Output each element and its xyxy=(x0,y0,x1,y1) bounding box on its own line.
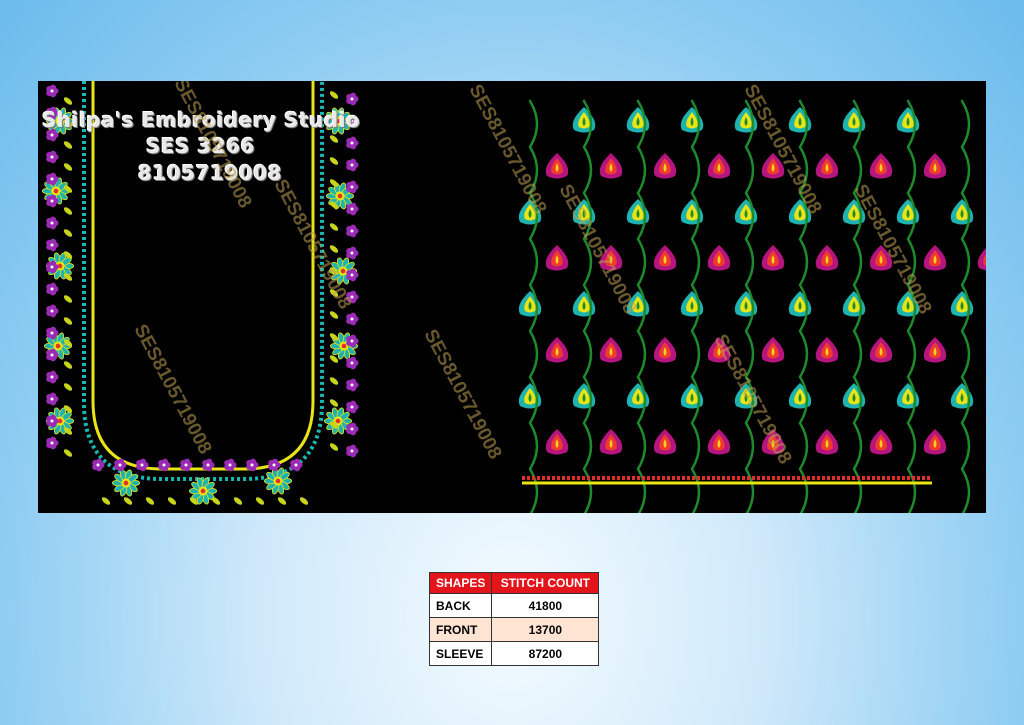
magenta-paisley-motif xyxy=(869,153,893,179)
flower-motif xyxy=(263,467,293,495)
leaf-motif xyxy=(63,317,73,325)
flower-motif xyxy=(111,469,141,497)
magenta-paisley-motif xyxy=(707,153,731,179)
magenta-paisley-motif xyxy=(545,245,569,271)
shape-cell: SLEEVE xyxy=(428,641,493,666)
magenta-paisley-motif xyxy=(761,245,785,271)
leaf-motif xyxy=(63,163,73,171)
table-row: FRONT 13700 xyxy=(428,617,600,642)
small-flower xyxy=(346,246,359,260)
small-flower xyxy=(346,356,359,370)
stitch-count-table: SHAPES STITCH COUNT BACK 41800 FRONT 137… xyxy=(428,572,600,666)
magenta-paisley-motif xyxy=(653,429,677,455)
small-flower xyxy=(346,422,359,436)
leaf-motif xyxy=(101,497,111,505)
shape-cell: FRONT xyxy=(428,617,493,642)
small-flower xyxy=(346,180,359,194)
small-flower xyxy=(346,444,359,458)
table-row: BACK 41800 xyxy=(428,593,600,618)
table-row: SLEEVE 87200 xyxy=(428,641,600,666)
small-flower xyxy=(346,158,359,172)
leaf-motif xyxy=(63,361,73,369)
small-flower xyxy=(46,216,59,230)
magenta-paisley-motif xyxy=(923,337,947,363)
shape-cell: BACK xyxy=(428,593,493,618)
small-flower xyxy=(46,282,59,296)
leaf-motif xyxy=(277,497,287,505)
leaf-motif xyxy=(329,223,339,231)
small-flower xyxy=(46,304,59,318)
count-cell: 87200 xyxy=(491,641,600,666)
magenta-paisley-motif xyxy=(815,429,839,455)
small-flower xyxy=(346,136,359,150)
embroidery-preview-panel: Shilpa's Embroidery Studio SES 3266 8105… xyxy=(38,81,986,513)
small-flower xyxy=(346,400,359,414)
small-flower xyxy=(346,202,359,216)
small-flower xyxy=(46,84,59,98)
magenta-paisley-motif xyxy=(599,337,623,363)
magenta-paisley-motif xyxy=(923,153,947,179)
small-flower xyxy=(346,378,359,392)
leaf-motif xyxy=(329,377,339,385)
leaf-motif xyxy=(299,497,309,505)
table-header-row: SHAPES STITCH COUNT xyxy=(428,572,600,594)
column-header-stitch-count: STITCH COUNT xyxy=(491,572,600,594)
magenta-paisley-motif xyxy=(977,247,986,271)
leaf-motif xyxy=(329,91,339,99)
leaf-motif xyxy=(145,497,155,505)
magenta-paisley-motif xyxy=(923,429,947,455)
small-flower xyxy=(92,458,105,472)
leaf-motif xyxy=(329,135,339,143)
leaf-motif xyxy=(255,497,265,505)
magenta-paisley-motif xyxy=(707,245,731,271)
leaf-motif xyxy=(63,141,73,149)
leaf-motif xyxy=(329,443,339,451)
small-flower xyxy=(346,224,359,238)
leaf-motif xyxy=(63,97,73,105)
small-flower xyxy=(268,458,281,472)
small-flower xyxy=(46,370,59,384)
leaf-motif xyxy=(233,497,243,505)
small-flower xyxy=(46,238,59,252)
magenta-paisley-motif xyxy=(707,429,731,455)
magenta-paisley-motif xyxy=(923,245,947,271)
leaf-motif xyxy=(329,245,339,253)
small-flower xyxy=(46,392,59,406)
leaf-motif xyxy=(63,229,73,237)
small-flower xyxy=(346,312,359,326)
leaf-motif xyxy=(329,399,339,407)
magenta-paisley-motif xyxy=(815,337,839,363)
magenta-paisley-motif xyxy=(599,153,623,179)
magenta-paisley-motif xyxy=(869,429,893,455)
column-header-shapes: SHAPES xyxy=(428,572,493,594)
magenta-paisley-motif xyxy=(545,153,569,179)
leaf-motif xyxy=(329,157,339,165)
small-flower xyxy=(346,92,359,106)
leaf-motif xyxy=(167,497,177,505)
small-flower xyxy=(46,150,59,164)
magenta-paisley-motif xyxy=(869,337,893,363)
magenta-paisley-motif xyxy=(599,429,623,455)
count-cell: 41800 xyxy=(491,593,600,618)
magenta-paisley-motif xyxy=(653,153,677,179)
magenta-paisley-motif xyxy=(815,245,839,271)
leaf-motif xyxy=(63,383,73,391)
magenta-paisley-motif xyxy=(545,429,569,455)
leaf-motif xyxy=(63,295,73,303)
magenta-paisley-motif xyxy=(545,337,569,363)
count-cell: 13700 xyxy=(491,617,600,642)
leaf-motif xyxy=(63,207,73,215)
magenta-paisley-motif xyxy=(653,337,677,363)
magenta-paisley-motif xyxy=(761,337,785,363)
leaf-motif xyxy=(123,497,133,505)
magenta-paisley-motif xyxy=(815,153,839,179)
magenta-paisley-motif xyxy=(653,245,677,271)
leaf-motif xyxy=(63,449,73,457)
small-flower xyxy=(46,436,59,450)
